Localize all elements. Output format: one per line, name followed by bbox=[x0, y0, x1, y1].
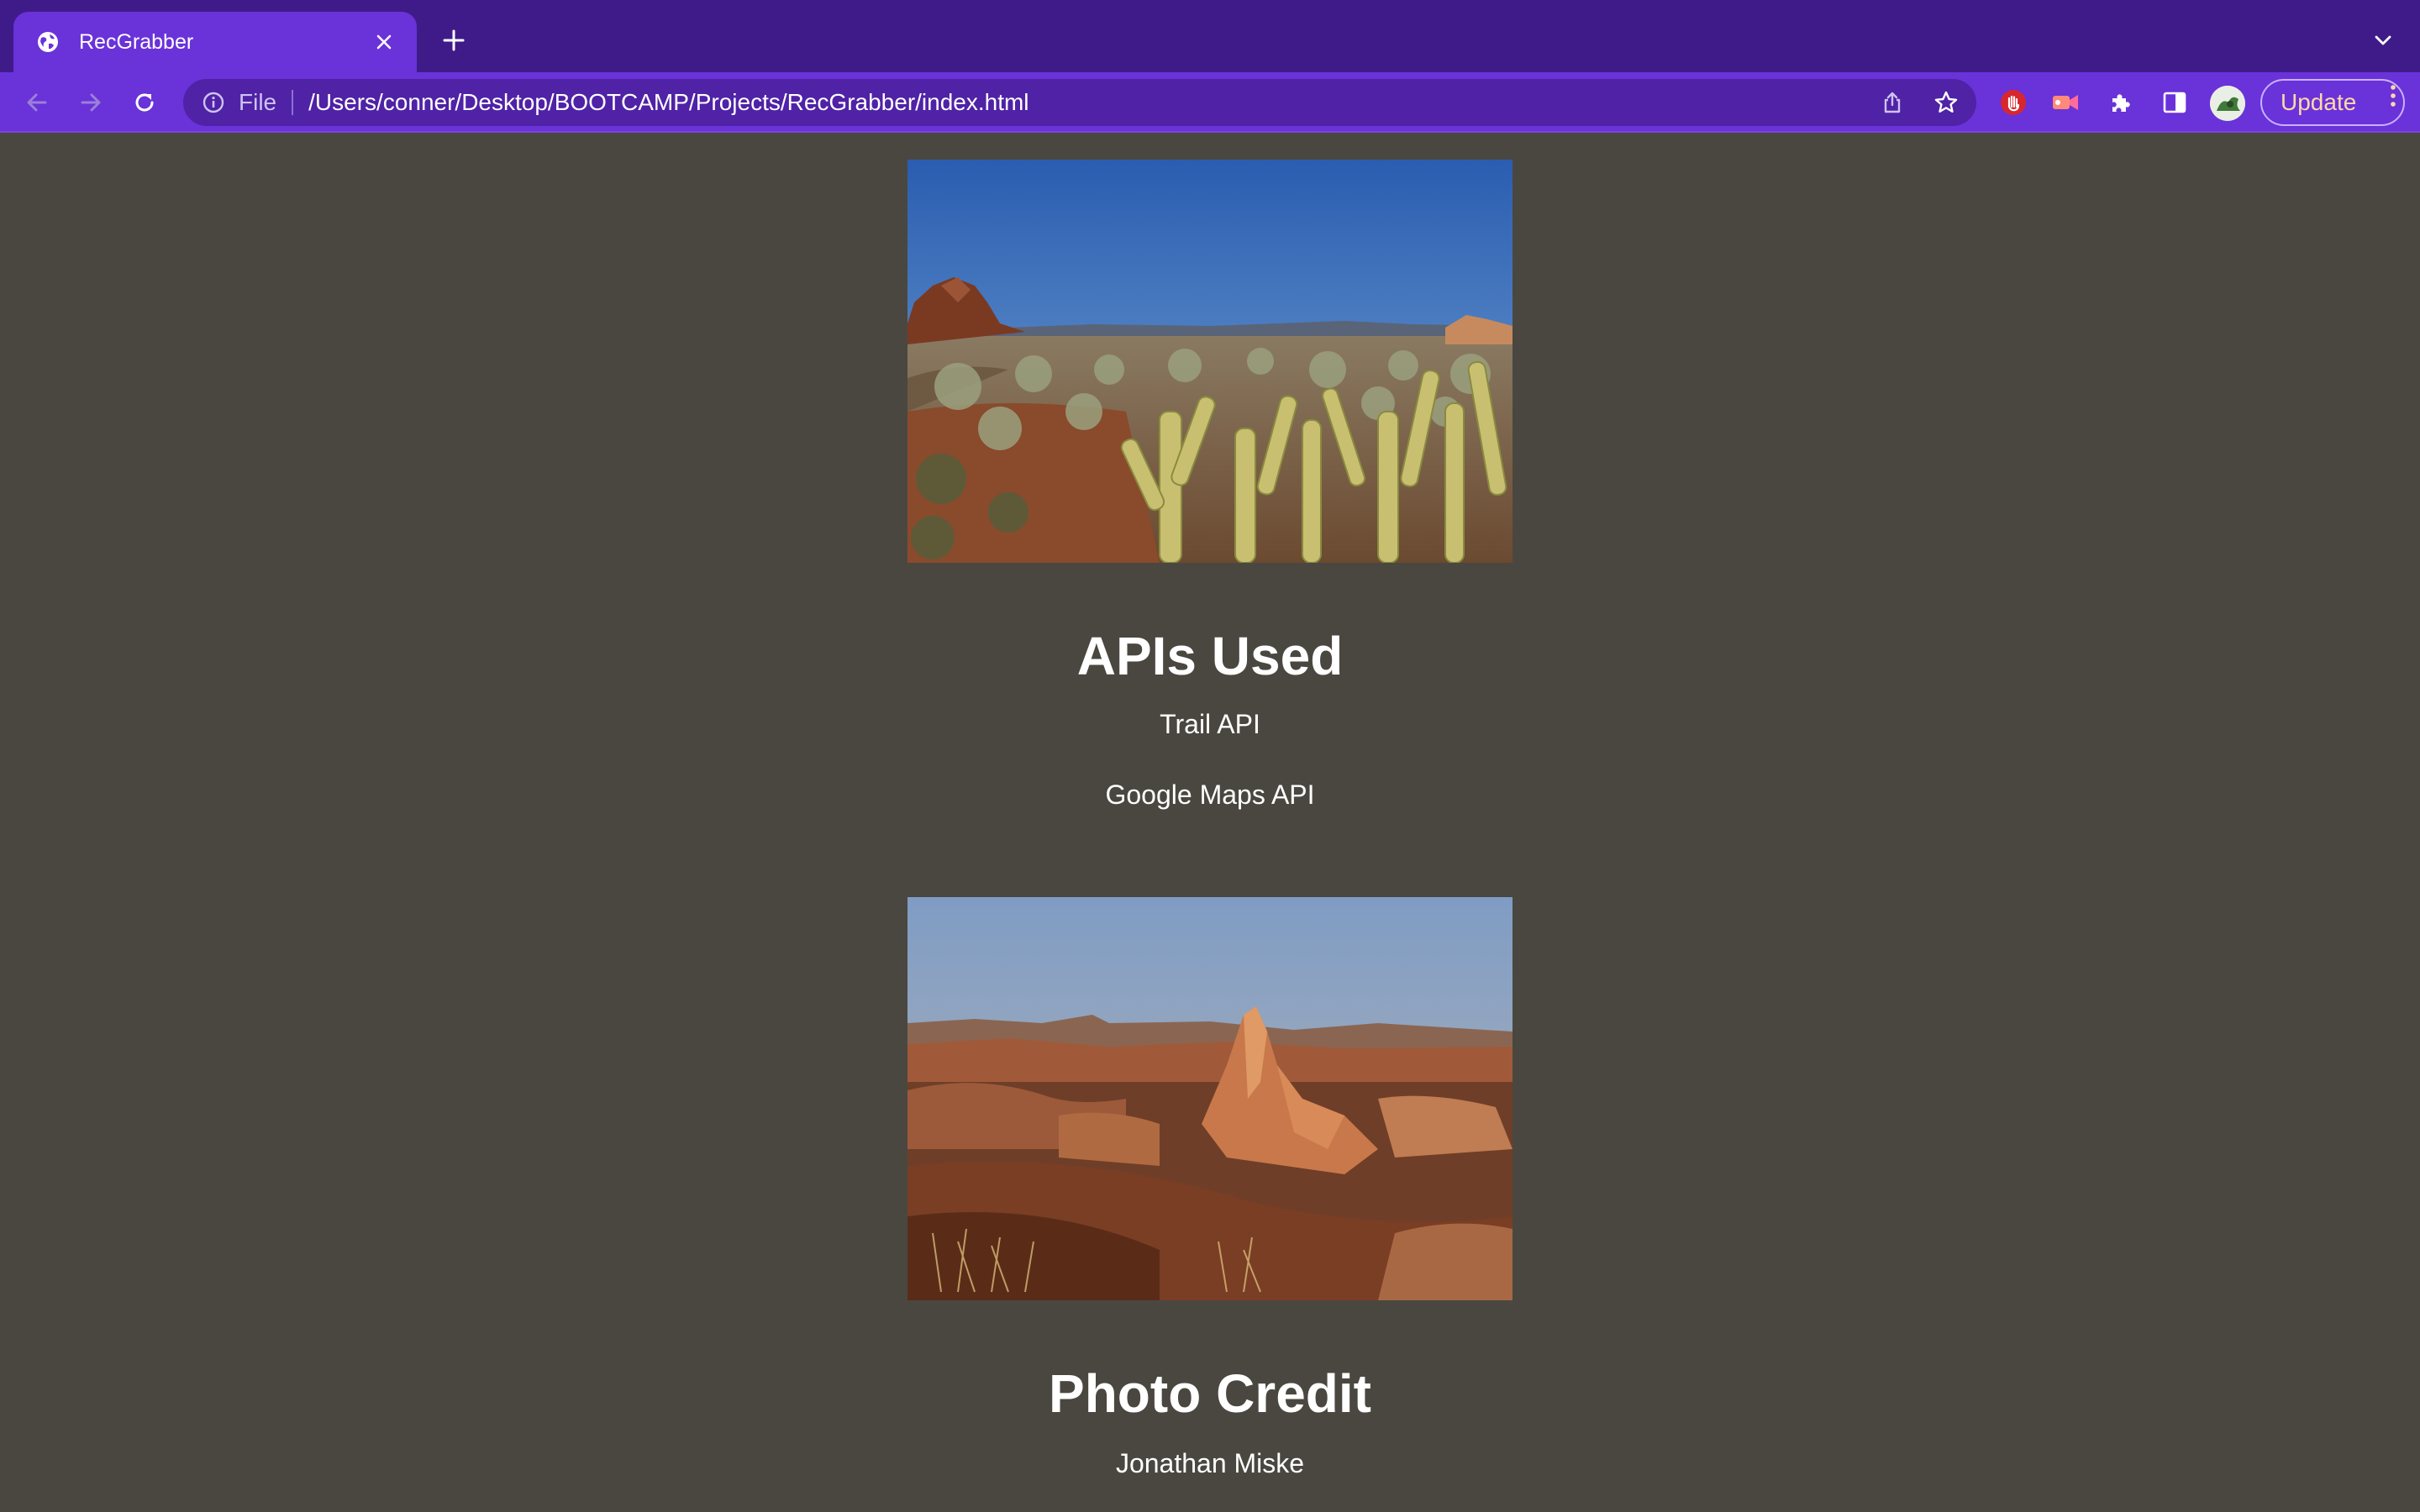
red-rock-photo bbox=[908, 897, 1512, 1300]
url-text[interactable]: /Users/conner/Desktop/BOOTCAMP/Projects/… bbox=[308, 89, 1028, 116]
address-bar[interactable]: File /Users/conner/Desktop/BOOTCAMP/Proj… bbox=[183, 79, 1976, 126]
desert-cactus-photo bbox=[908, 160, 1512, 563]
reload-icon[interactable] bbox=[126, 84, 163, 121]
plus-icon[interactable] bbox=[437, 24, 471, 57]
browser-toolbar: File /Users/conner/Desktop/BOOTCAMP/Proj… bbox=[0, 72, 2420, 133]
url-scheme-label: File bbox=[239, 89, 277, 115]
star-icon[interactable] bbox=[1931, 87, 1961, 118]
browser-tab-active[interactable]: RecGrabber bbox=[13, 12, 417, 72]
share-icon[interactable] bbox=[1877, 87, 1907, 118]
back-arrow-icon[interactable] bbox=[18, 84, 55, 121]
video-extension-icon[interactable] bbox=[2047, 84, 2084, 121]
apis-section-title: APIs Used bbox=[1076, 626, 1344, 686]
tab-title: RecGrabber bbox=[79, 29, 194, 54]
close-icon[interactable] bbox=[370, 28, 398, 56]
update-button-label: Update bbox=[2281, 89, 2357, 115]
puzzle-extensions-icon[interactable] bbox=[2102, 84, 2139, 121]
globe-icon bbox=[35, 29, 60, 55]
avatar[interactable] bbox=[2210, 86, 2245, 121]
hand-stop-extension-icon[interactable] bbox=[1995, 84, 2032, 121]
api-item-google-maps: Google Maps API bbox=[1105, 780, 1315, 810]
kebab-menu-icon[interactable] bbox=[2383, 84, 2403, 108]
page-content: APIs Used Trail API Google Maps API Phot… bbox=[0, 133, 2420, 1512]
api-item-trail: Trail API bbox=[1160, 709, 1260, 739]
chevron-down-icon[interactable] bbox=[2368, 25, 2398, 55]
photo-credit-name: Jonathan Miske bbox=[1115, 1448, 1305, 1478]
photo-credit-title: Photo Credit bbox=[1049, 1363, 1371, 1424]
forward-arrow-icon[interactable] bbox=[72, 84, 109, 121]
side-panel-icon[interactable] bbox=[2156, 84, 2193, 121]
tab-strip: RecGrabber bbox=[0, 0, 2420, 72]
info-icon[interactable] bbox=[200, 89, 227, 116]
address-separator bbox=[292, 90, 294, 115]
